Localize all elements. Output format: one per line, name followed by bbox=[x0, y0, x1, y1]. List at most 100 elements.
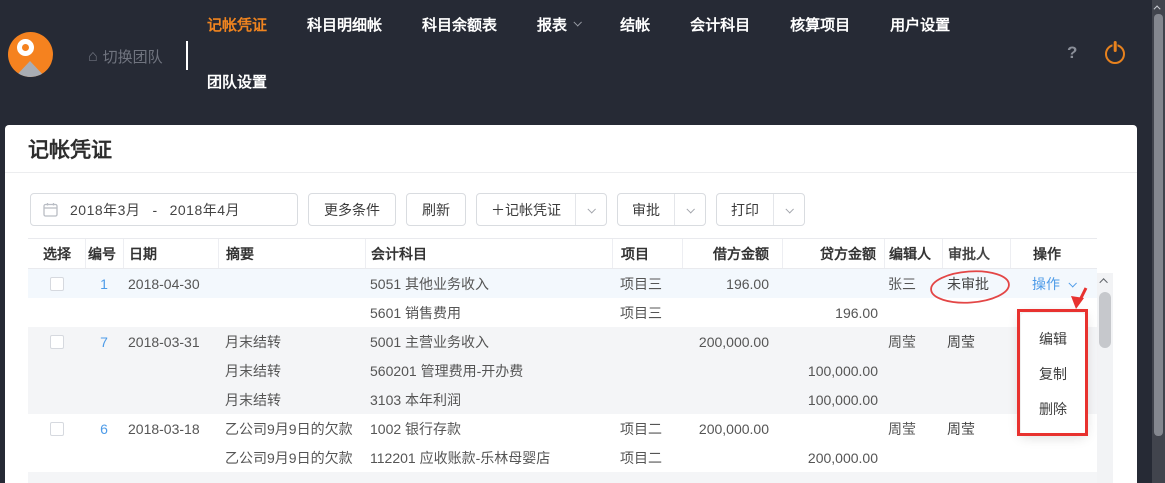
col-header-project: 项目 bbox=[612, 239, 682, 268]
table-scrollbar-thumb[interactable] bbox=[1099, 292, 1111, 348]
nav-item-team-settings[interactable]: 团队设置 bbox=[207, 71, 267, 92]
table-header: 选择 编号 日期 摘要 会计科目 项目 借方金额 贷方金额 编辑人 审批人 操作 bbox=[28, 238, 1097, 269]
more-conditions-button[interactable]: 更多条件 bbox=[308, 193, 396, 226]
menu-item-delete[interactable]: 删除 bbox=[1021, 392, 1085, 427]
cell-project: 项目二 bbox=[612, 448, 682, 468]
cell-date: 2018-03-31 bbox=[123, 334, 218, 350]
nav-item-vouchers[interactable]: 记帐凭证 bbox=[207, 14, 267, 35]
col-header-editor: 编辑人 bbox=[884, 239, 942, 268]
text-cursor bbox=[186, 41, 188, 70]
switch-team-label: 切换团队 bbox=[103, 46, 163, 67]
home-icon: ⌂ bbox=[88, 50, 98, 64]
calendar-icon bbox=[43, 202, 58, 217]
cell-approver: 周莹 bbox=[942, 419, 1010, 439]
row-checkbox[interactable] bbox=[50, 335, 64, 349]
voucher-number-link[interactable]: 1 bbox=[100, 276, 108, 292]
row-actions-link[interactable]: 操作 bbox=[1032, 274, 1097, 294]
scroll-up-button[interactable] bbox=[1097, 273, 1113, 289]
cell-debit: 200,000.00 bbox=[682, 421, 782, 437]
menu-item-copy[interactable]: 复制 bbox=[1021, 357, 1085, 392]
cell-account: 112201 应收账款-乐林母婴店 bbox=[365, 448, 612, 468]
col-header-debit: 借方金额 bbox=[682, 239, 782, 268]
date-range-end: 2018年4月 bbox=[170, 200, 240, 220]
approval-status: 未审批 bbox=[942, 274, 1010, 294]
date-range-picker[interactable]: 2018年3月 - 2018年4月 bbox=[30, 193, 298, 226]
cell-date: 2018-04-30 bbox=[123, 276, 218, 292]
menu-item-edit[interactable]: 编辑 bbox=[1021, 322, 1085, 357]
table-row: 月末结转 560201 管理费用-开办费 100,000.00 bbox=[28, 356, 1097, 385]
cell-editor: 张三 bbox=[884, 274, 942, 294]
col-header-credit: 贷方金额 bbox=[782, 239, 884, 268]
cell-account: 5001 主营业务收入 bbox=[365, 332, 612, 352]
cell-editor: 周莹 bbox=[884, 419, 942, 439]
table-row-partial bbox=[28, 472, 1097, 483]
chevron-up-icon bbox=[1154, 5, 1161, 12]
print-dropdown[interactable] bbox=[773, 194, 804, 225]
table-scrollbar[interactable] bbox=[1097, 273, 1113, 483]
cell-project: 项目三 bbox=[612, 274, 682, 294]
cell-account: 3103 本年利润 bbox=[365, 390, 612, 410]
row-checkbox[interactable] bbox=[50, 277, 64, 291]
col-header-account: 会计科目 bbox=[365, 239, 612, 268]
app-logo bbox=[8, 32, 53, 77]
switch-team-button[interactable]: ⌂ 切换团队 bbox=[88, 46, 163, 67]
nav-item-closing[interactable]: 结帐 bbox=[620, 14, 650, 35]
add-voucher-button[interactable]: ＋记帐凭证 bbox=[476, 193, 607, 226]
chevron-up-icon bbox=[1099, 278, 1107, 286]
cell-account: 5051 其他业务收入 bbox=[365, 274, 612, 294]
cell-account: 560201 管理费用-开办费 bbox=[365, 361, 612, 381]
main-menu-row2: 团队设置 bbox=[207, 71, 267, 92]
chevron-down-icon bbox=[574, 18, 582, 26]
page-scrollbar-thumb[interactable] bbox=[1154, 14, 1163, 436]
voucher-number-link[interactable]: 6 bbox=[100, 421, 108, 437]
nav-item-ledger-detail[interactable]: 科目明细帐 bbox=[307, 14, 382, 35]
cell-project: 项目三 bbox=[612, 303, 682, 323]
cell-summary: 月末结转 bbox=[218, 390, 365, 410]
nav-item-user-settings[interactable]: 用户设置 bbox=[890, 14, 950, 35]
table-row: 5601 销售费用 项目三 196.00 bbox=[28, 298, 1097, 327]
logo-ring bbox=[17, 39, 34, 56]
cell-summary: 乙公司9月9日的欠款 bbox=[218, 448, 365, 468]
cell-account: 1002 银行存款 bbox=[365, 419, 612, 439]
chevron-down-icon bbox=[587, 205, 595, 213]
date-range-separator: - bbox=[152, 202, 157, 218]
nav-item-reports[interactable]: 报表 bbox=[537, 14, 580, 35]
refresh-button[interactable]: 刷新 bbox=[406, 193, 466, 226]
add-voucher-dropdown[interactable] bbox=[575, 194, 606, 225]
cell-account: 5601 销售费用 bbox=[365, 303, 612, 323]
cell-approver: 周莹 bbox=[942, 332, 1010, 352]
logout-power-icon[interactable] bbox=[1105, 44, 1125, 64]
col-header-number: 编号 bbox=[85, 239, 123, 268]
col-header-select: 选择 bbox=[28, 239, 85, 268]
cell-credit: 100,000.00 bbox=[782, 392, 884, 408]
approve-button[interactable]: 审批 bbox=[617, 193, 706, 226]
col-header-summary: 摘要 bbox=[218, 239, 365, 268]
row-checkbox[interactable] bbox=[50, 422, 64, 436]
page-scroll-up-button[interactable] bbox=[1152, 1, 1165, 13]
table-row: 月末结转 3103 本年利润 100,000.00 bbox=[28, 385, 1097, 414]
page-scrollbar[interactable] bbox=[1152, 0, 1165, 483]
nav-item-accounting-items[interactable]: 核算项目 bbox=[790, 14, 850, 35]
chevron-down-icon bbox=[1068, 279, 1076, 287]
nav-item-balance-sheet[interactable]: 科目余额表 bbox=[422, 14, 497, 35]
cell-credit: 200,000.00 bbox=[782, 450, 884, 466]
voucher-number-link[interactable]: 7 bbox=[100, 334, 108, 350]
cell-summary: 月末结转 bbox=[218, 361, 365, 381]
help-icon[interactable]: ? bbox=[1067, 43, 1077, 63]
col-header-date: 日期 bbox=[123, 239, 218, 268]
row-actions-menu: 编辑 复制 删除 bbox=[1020, 312, 1086, 435]
cell-debit: 200,000.00 bbox=[682, 334, 782, 350]
nav-item-accounts[interactable]: 会计科目 bbox=[690, 14, 750, 35]
print-button[interactable]: 打印 bbox=[716, 193, 805, 226]
cell-summary: 月末结转 bbox=[218, 332, 365, 352]
table-row: 乙公司9月9日的欠款 112201 应收账款-乐林母婴店 项目二 200,000… bbox=[28, 443, 1097, 472]
approve-dropdown[interactable] bbox=[674, 194, 705, 225]
main-menu: 记帐凭证 科目明细帐 科目余额表 报表 结帐 会计科目 核算项目 用户设置 bbox=[207, 14, 950, 35]
app-screen: ⌂ 切换团队 记帐凭证 科目明细帐 科目余额表 报表 结帐 会计科目 核算项目 … bbox=[0, 0, 1165, 483]
col-header-actions: 操作 bbox=[1010, 239, 1097, 268]
table-row: 7 2018-03-31 月末结转 5001 主营业务收入 200,000.00… bbox=[28, 327, 1097, 356]
cell-editor: 周莹 bbox=[884, 332, 942, 352]
cell-date: 2018-03-18 bbox=[123, 421, 218, 437]
cell-summary: 乙公司9月9日的欠款 bbox=[218, 419, 365, 439]
chevron-down-icon bbox=[785, 205, 793, 213]
